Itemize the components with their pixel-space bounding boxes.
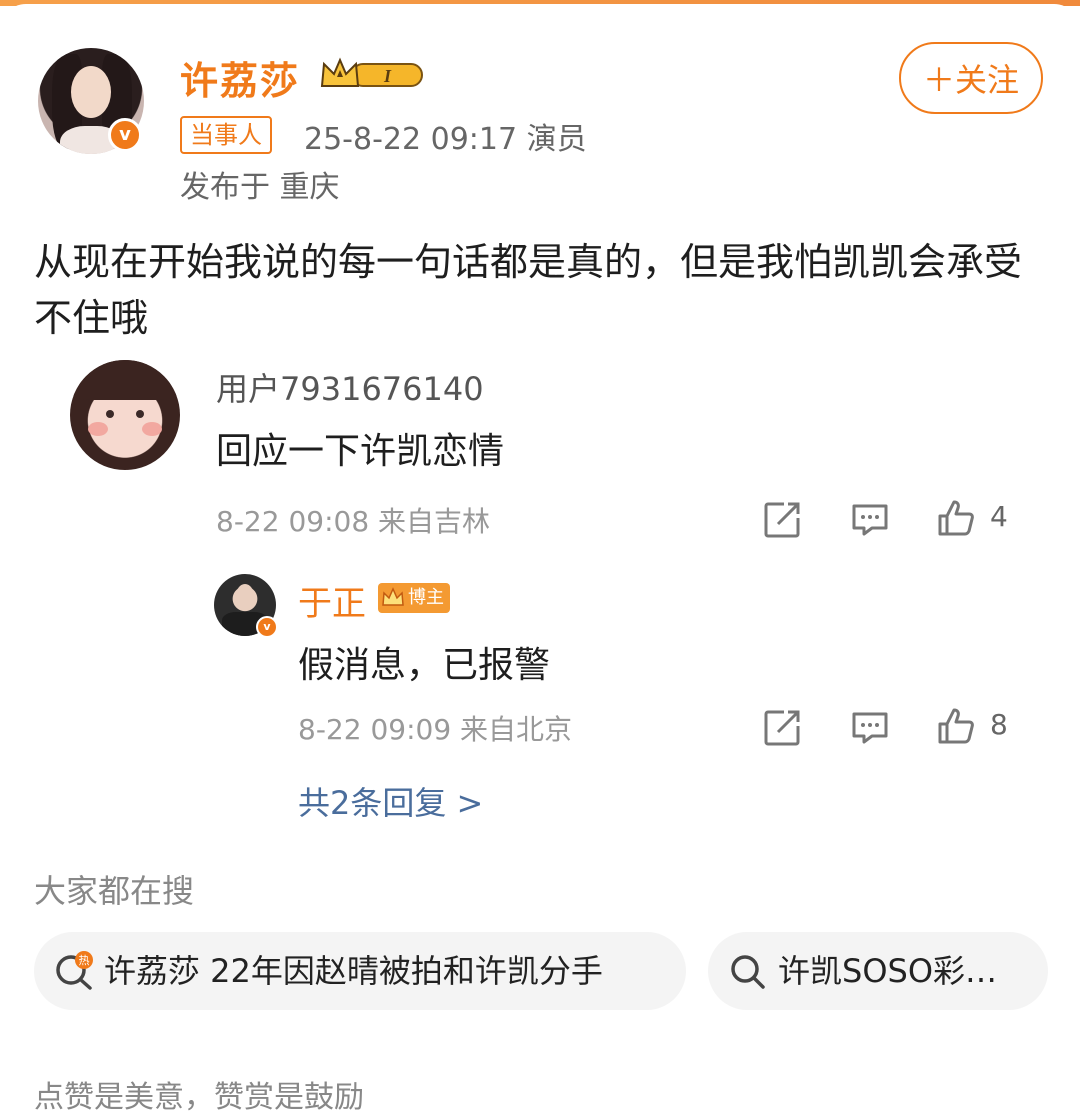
reply-text: 假消息，已报警 (298, 645, 551, 686)
verified-icon: v (108, 118, 142, 152)
more-replies-link[interactable]: 共2条回复 > (298, 778, 483, 824)
post-location: 发布于 重庆 (180, 170, 340, 205)
comment-text: 回应一下许凯恋情 (216, 431, 505, 472)
comment-icon[interactable] (850, 500, 890, 540)
search-chip-label: 许荔莎 22年因赵晴被拍和许凯分手 (104, 952, 603, 990)
follow-button[interactable]: ＋关注 (899, 42, 1043, 114)
search-icon (731, 955, 765, 989)
like-icon[interactable] (936, 706, 976, 746)
commenter-name[interactable]: 用户7931676140 (216, 364, 484, 410)
verified-icon: v (256, 616, 278, 638)
author-name[interactable]: 许荔莎 (180, 50, 300, 105)
blogger-badge-label: 博主 (408, 587, 444, 608)
post-meta: 25-8-22 09:17 演员 (304, 122, 587, 157)
like-icon[interactable] (936, 498, 976, 538)
reply-meta: 8-22 09:09 来自北京 (298, 713, 573, 746)
like-count: 4 (990, 500, 1008, 533)
commenter-avatar[interactable] (70, 360, 180, 470)
crown-icon (382, 587, 404, 606)
svg-text:热: 热 (79, 954, 90, 967)
hot-search-icon: 热 (56, 951, 93, 990)
svg-text:I: I (383, 66, 392, 86)
blogger-badge: 博主 (378, 583, 450, 613)
share-icon[interactable] (762, 708, 802, 748)
share-icon[interactable] (762, 500, 802, 540)
replier-name[interactable]: 于正 (298, 576, 366, 625)
search-chip[interactable]: 许凯SOSO彩… (708, 932, 1048, 1010)
search-chip-label: 许凯SOSO彩… (778, 952, 998, 990)
comment-icon[interactable] (850, 708, 890, 748)
post-content: 从现在开始我说的每一句话都是真的，但是我怕凯凯会承受不住哦 (34, 240, 1023, 340)
comment-meta: 8-22 09:08 来自吉林 (216, 505, 491, 538)
reward-footer-text: 点赞是美意，赞赏是鼓励 (34, 1080, 364, 1115)
crown-level-icon: I (320, 57, 423, 87)
trending-title: 大家都在搜 (34, 872, 195, 910)
search-chip[interactable]: 热 许荔莎 22年因赵晴被拍和许凯分手 (34, 932, 686, 1010)
post-card: v 许荔莎 I ＋关注 当事人 25-8-22 09:17 演员 发布于 重庆 … (0, 4, 1080, 1116)
like-count: 8 (990, 708, 1008, 741)
role-tag: 当事人 (180, 116, 272, 154)
